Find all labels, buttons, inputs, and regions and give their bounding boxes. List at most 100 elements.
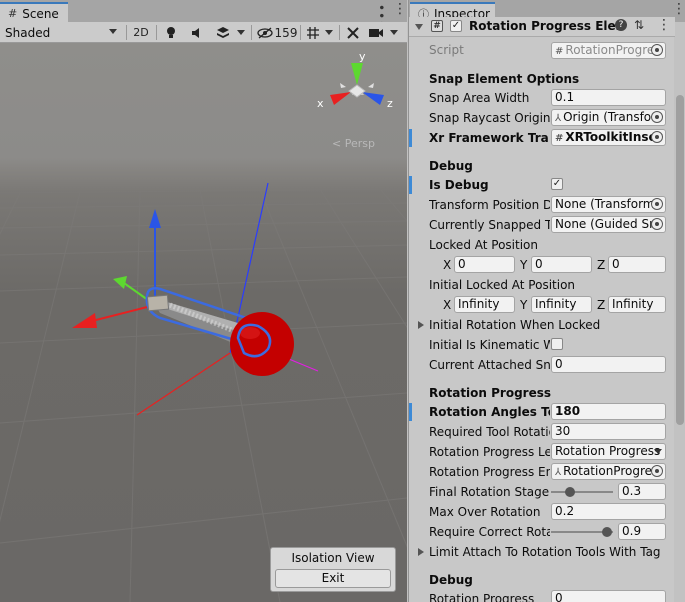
component-menu-icon[interactable]: ⋮ — [657, 17, 671, 33]
snap-area-width-label: Snap Area Width — [429, 91, 530, 105]
xr-framework-row: Xr Framework Trans #XRToolkitInser — [409, 128, 675, 148]
tab-options-icon[interactable]: ⋮ — [672, 1, 685, 17]
grid-dropdown-chevron-icon[interactable] — [322, 23, 336, 42]
initial-kinematic-checkbox[interactable] — [551, 338, 563, 350]
locked-at-position-row: Locked At Position — [409, 235, 675, 255]
transform-icon: ⅄ — [555, 467, 562, 478]
help-icon[interactable]: ? — [615, 19, 627, 31]
section-header-snap: Snap Element Options — [429, 72, 580, 86]
limit-attach-label: Limit Attach To Rotation Tools With Tag — [429, 545, 661, 559]
shading-mode-dropdown[interactable]: Shaded — [0, 23, 121, 42]
initial-locked-position-label: Initial Locked At Position — [429, 278, 576, 292]
require-correct-rotat-row: Require Correct Rotat 0.9 — [409, 522, 675, 542]
camera-icon[interactable] — [366, 23, 386, 42]
required-tool-rotation-row: Required Tool Rotatio 30 — [409, 422, 675, 442]
rotation-progress-label: Rotation Progress — [429, 592, 535, 602]
hidden-objects-toggle[interactable]: 159 — [256, 23, 298, 42]
grid-toggle-icon[interactable] — [304, 23, 322, 42]
final-rotation-stage-field[interactable]: 0.3 — [618, 483, 666, 500]
component-enabled-checkbox[interactable]: ✓ — [450, 20, 462, 32]
locked-z-field[interactable]: 0 — [608, 256, 666, 273]
tools-icon[interactable] — [343, 23, 363, 42]
rotation-progress-field[interactable]: 0 — [551, 590, 666, 602]
currently-snapped-value: None (Guided Sn — [555, 217, 657, 231]
rotation-progress-len-dropdown[interactable]: Rotation Progress — [551, 443, 666, 460]
effects-dropdown-chevron-icon[interactable] — [234, 23, 248, 42]
initial-kinematic-row: Initial Is Kinematic Wh — [409, 335, 675, 355]
toolbar-divider — [251, 25, 252, 40]
scene-view-canvas: y x z < Persp — [0, 50, 407, 602]
currently-snapped-row: Currently Snapped To None (Guided Sn — [409, 215, 675, 235]
lighting-toggle-icon[interactable] — [160, 23, 182, 42]
required-tool-rotation-field[interactable]: 30 — [551, 423, 666, 440]
chevron-down-icon — [654, 449, 662, 454]
foldout-closed-icon[interactable] — [418, 548, 424, 556]
require-correct-rotat-slider-handle[interactable] — [601, 527, 612, 537]
locked-y-field[interactable]: 0 — [531, 256, 592, 273]
final-rotation-stage-label: Final Rotation Stage D — [429, 485, 550, 499]
initial-rotation-row[interactable]: Initial Rotation When Locked — [409, 315, 675, 335]
object-picker-icon[interactable] — [651, 198, 663, 210]
scene-tab[interactable]: # Scene — [0, 2, 68, 22]
initial-rotation-label: Initial Rotation When Locked — [429, 318, 601, 332]
presets-icon[interactable]: ⇅ — [634, 18, 644, 32]
snap-area-width-field[interactable]: 0.1 — [551, 89, 666, 106]
transform-position-field[interactable]: None (Transform — [551, 196, 666, 213]
component-header[interactable]: # ✓ Rotation Progress Elem ? ⇅ ⋮ — [409, 17, 675, 37]
object-picker-icon[interactable] — [651, 465, 663, 477]
is-debug-checkbox[interactable]: ✓ — [551, 178, 563, 190]
object-picker-icon[interactable] — [651, 111, 663, 123]
required-tool-rotation-label: Required Tool Rotatio — [429, 425, 550, 439]
section-header-debug: Debug — [429, 159, 473, 173]
object-picker-icon[interactable] — [651, 218, 663, 230]
isolation-exit-button[interactable]: Exit — [275, 569, 391, 588]
rotation-tool-object[interactable] — [145, 287, 294, 376]
max-over-rotation-field[interactable]: 0.2 — [551, 503, 666, 520]
xr-framework-field[interactable]: # XRToolkitInser — [551, 129, 666, 146]
y-label: Y — [520, 298, 528, 312]
rotation-angles-field[interactable]: 180 — [551, 403, 666, 420]
script-field[interactable]: # RotationProgre — [551, 42, 666, 59]
final-rotation-stage-row: Final Rotation Stage D 0.3 — [409, 482, 675, 502]
initial-locked-z-field[interactable]: Infinity — [608, 296, 666, 313]
2d-toggle-button[interactable]: 2D — [130, 23, 152, 42]
foldout-open-icon[interactable] — [415, 24, 423, 30]
locked-x-field[interactable]: 0 — [454, 256, 515, 273]
currently-snapped-field[interactable]: None (Guided Sn — [551, 216, 666, 233]
current-attached-field[interactable]: 0 — [551, 356, 666, 373]
camera-dropdown-chevron-icon[interactable] — [387, 23, 401, 42]
grid-icon: # — [8, 7, 18, 20]
scrollbar-thumb[interactable] — [676, 95, 684, 425]
limit-attach-row[interactable]: Limit Attach To Rotation Tools With Tag — [409, 542, 675, 562]
snap-raycast-origin-field[interactable]: ⅄ Origin (Transfo — [551, 109, 666, 126]
debug-line-red — [136, 352, 231, 416]
is-debug-row: Is Debug ✓ — [409, 175, 675, 195]
script-icon: # — [431, 20, 443, 32]
effects-toggle-icon[interactable] — [212, 23, 234, 42]
z-label: Z — [597, 298, 606, 312]
is-debug-label: Is Debug — [429, 178, 489, 192]
z-label: Z — [597, 258, 606, 272]
final-rotation-stage-slider-track[interactable] — [551, 491, 613, 493]
toolbar-divider — [126, 25, 127, 40]
object-picker-icon[interactable] — [651, 44, 663, 56]
initial-locked-y-field[interactable]: Infinity — [531, 296, 592, 313]
final-rotation-stage-slider-handle[interactable] — [564, 487, 575, 497]
isolation-view-title: Isolation View — [291, 551, 375, 565]
xr-framework-value: XRToolkitInser — [565, 130, 663, 144]
rotation-progress-end-field[interactable]: ⅄ RotationProgre — [551, 463, 666, 480]
object-picker-icon[interactable] — [651, 131, 663, 143]
perspective-label[interactable]: < Persp — [332, 137, 375, 150]
rotation-progress-len-label: Rotation Progress Len — [429, 445, 550, 459]
initial-locked-x-field[interactable]: Infinity — [454, 296, 515, 313]
require-correct-rotat-field[interactable]: 0.9 — [618, 523, 666, 540]
scene-tab-label: Scene — [22, 6, 59, 21]
tab-options-icon[interactable]: ⋮ — [393, 1, 408, 17]
xr-framework-label: Xr Framework Trans — [429, 131, 549, 145]
orientation-gizmo[interactable]: y x z < Persp — [317, 50, 393, 150]
foldout-closed-icon[interactable] — [418, 321, 424, 329]
snap-raycast-origin-row: Snap Raycast Origin ⅄ Origin (Transfo — [409, 108, 675, 128]
audio-toggle-icon[interactable] — [186, 23, 208, 42]
scene-viewport[interactable]: y x z < Persp — [0, 43, 407, 602]
initial-locked-position-row: Initial Locked At Position — [409, 275, 675, 295]
